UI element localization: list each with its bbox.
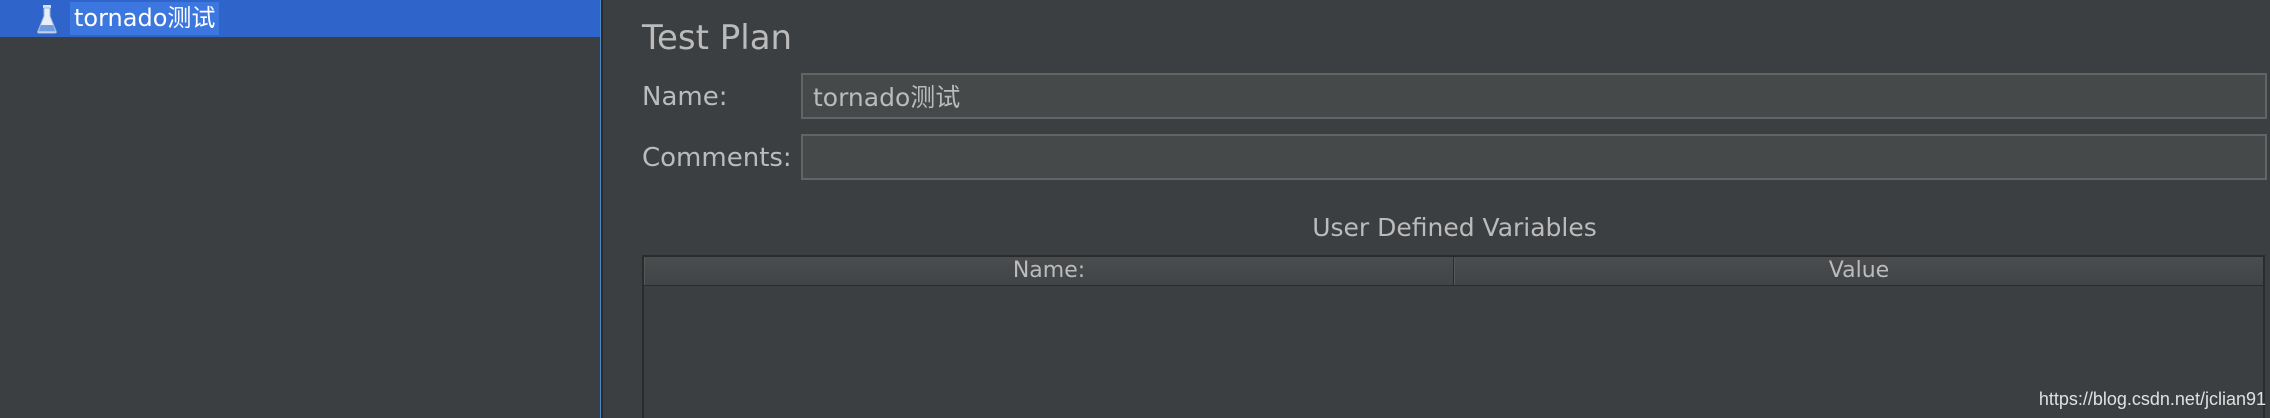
test-plan-icon (32, 4, 62, 34)
column-header-name[interactable]: Name: (644, 257, 1454, 285)
watermark: https://blog.csdn.net/jclian91 (2038, 389, 2266, 409)
user-defined-variables-title: User Defined Variables (1312, 213, 1597, 242)
table-body[interactable] (644, 286, 2263, 418)
name-field[interactable] (801, 73, 2267, 119)
table-header: Name: Value (644, 257, 2263, 286)
comments-label: Comments: (642, 143, 792, 173)
comments-field[interactable] (801, 134, 2267, 180)
tree-item-label: tornado测试 (70, 2, 220, 35)
test-tree-panel: tornado测试 (0, 0, 600, 418)
page-title: Test Plan (642, 18, 793, 58)
name-label: Name: (642, 82, 728, 112)
test-plan-editor: Test Plan Name: Comments: User Defined V… (603, 0, 2270, 418)
tree-item-test-plan[interactable]: tornado测试 (0, 0, 600, 37)
user-defined-variables-table[interactable]: Name: Value (642, 255, 2265, 418)
jmeter-window: tornado测试 Test Plan Name: Comments: User… (0, 0, 2270, 418)
column-header-value[interactable]: Value (1454, 257, 2263, 285)
